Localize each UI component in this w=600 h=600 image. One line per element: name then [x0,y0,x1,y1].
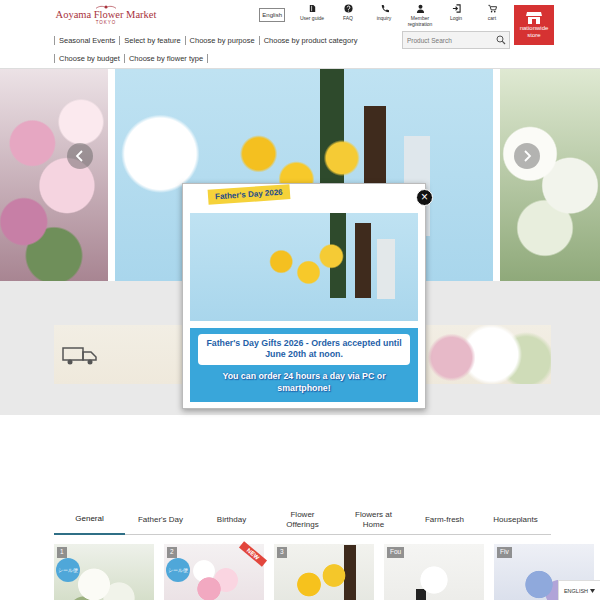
popup-subnote: You can order 24 hours a day via PC or s… [198,371,410,395]
rank-badge: 1 [57,547,67,558]
product-card[interactable]: 3 [274,544,374,600]
category-tab[interactable]: General [54,505,125,535]
header-link[interactable]: User guide [294,0,330,30]
tab-label[interactable]: Flower Offerings [280,510,326,528]
header-link-label[interactable]: User guide [300,16,324,22]
close-button[interactable]: × [416,189,433,206]
popup-banner-photo[interactable] [190,213,418,321]
magnifier-icon[interactable] [496,35,506,45]
new-ribbon: NEW [239,541,267,566]
category-tab[interactable]: Flowers at Home [338,505,409,535]
header-link-label[interactable]: FAQ [343,16,353,22]
nav-item[interactable]: Seasonal Events [54,36,119,45]
ranking-list: 1シール便2シール便NEW3FouFiv [54,544,600,600]
sticker-badge: シール便 [56,558,80,582]
popup-notice: Father's Day Gifts 2026 - Orders accepte… [198,334,410,365]
logo-text[interactable]: Aoyama Flower Market [56,10,157,21]
rank-badge: Fiv [497,547,512,558]
rank-badge: Fou [387,547,404,558]
tab-label[interactable]: Houseplants [493,515,537,524]
search-box[interactable] [402,31,510,49]
question-icon[interactable] [344,4,353,13]
popup-tag: Father's Day 2026 [208,184,291,205]
search-input[interactable] [407,37,496,44]
logo[interactable]: Aoyama Flower MarketTOKYO [54,5,158,26]
hero-photo[interactable] [500,69,600,281]
language-selector-label[interactable]: ENGLISH [564,588,588,594]
header-link[interactable]: Login [438,0,474,30]
header-link[interactable]: inquiry [366,0,402,30]
category-tab[interactable]: Flower Offerings [267,505,338,535]
header-link-label[interactable]: inquiry [377,16,392,22]
phone-icon[interactable] [380,4,389,13]
sticker-badge: シール便 [166,558,190,582]
carousel-next-button[interactable] [514,143,540,169]
main-nav: Seasonal EventsSelect by featureChoose b… [54,30,510,50]
nav-item[interactable]: Select by feature [119,36,184,45]
nav-item[interactable]: Choose by product category [259,36,362,45]
header-link-label[interactable]: Login [450,16,462,22]
chevron-left-icon[interactable] [75,150,85,162]
category-tab[interactable]: Birthday [196,505,267,535]
chevron-right-icon[interactable] [522,150,532,162]
category-tab[interactable]: Houseplants [480,505,551,535]
store-label[interactable]: nationwide store [515,25,553,38]
site-header: Aoyama Flower MarketTOKYO English User gui… [0,0,600,69]
header-link-label[interactable]: Member registration [405,16,435,28]
header-top-row: Aoyama Flower MarketTOKYO English User gui… [54,0,510,30]
truck-icon [62,344,98,366]
announcement-popup: Father's Day 2026×Father's Day Gifts 202… [182,183,426,409]
language-selector[interactable]: ENGLISH [558,580,600,600]
category-tab[interactable]: Farm-fresh [409,505,480,535]
login-icon[interactable] [452,4,461,13]
hero-photo[interactable] [0,69,108,281]
header-link[interactable]: Member registration [402,0,438,30]
rank-badge: 3 [277,547,287,558]
person-icon[interactable] [416,4,425,13]
nav-item[interactable]: Choose by flower type [124,54,208,63]
product-card[interactable]: 2シール便 NEW [164,544,264,600]
caret-down-icon[interactable] [590,589,595,593]
header-link[interactable]: cart [474,0,510,30]
header-link-label[interactable]: cart [488,16,496,22]
tab-label[interactable]: General [75,514,103,523]
store-button[interactable]: nationwide store [514,5,554,45]
logo-subtext: TOKYO [96,21,117,26]
category-tabs: General Father's Day Birthday Flower Offeri… [54,505,551,535]
tab-label[interactable]: Father's Day [138,515,183,524]
rank-badge: 2 [167,547,177,558]
tab-label[interactable]: Farm-fresh [425,515,464,524]
language-button[interactable]: English [259,8,285,22]
nav-item[interactable]: Choose by purpose [185,36,259,45]
store-icon[interactable] [526,11,542,25]
sub-nav: Choose by budgetChoose by flower type [54,50,510,67]
category-tab[interactable]: Father's Day [125,505,196,535]
tab-label[interactable]: Flowers at Home [351,510,397,528]
carousel-prev-button[interactable] [67,143,93,169]
nav-item[interactable]: Choose by budget [54,54,124,63]
cart-icon[interactable] [488,4,497,13]
book-icon[interactable] [308,4,317,13]
popup-message-box: Father's Day Gifts 2026 - Orders accepte… [190,328,418,402]
tab-label[interactable]: Birthday [217,515,246,524]
product-card[interactable]: 1シール便 [54,544,154,600]
header-link[interactable]: FAQ [330,0,366,30]
product-card[interactable]: Fou [384,544,484,600]
